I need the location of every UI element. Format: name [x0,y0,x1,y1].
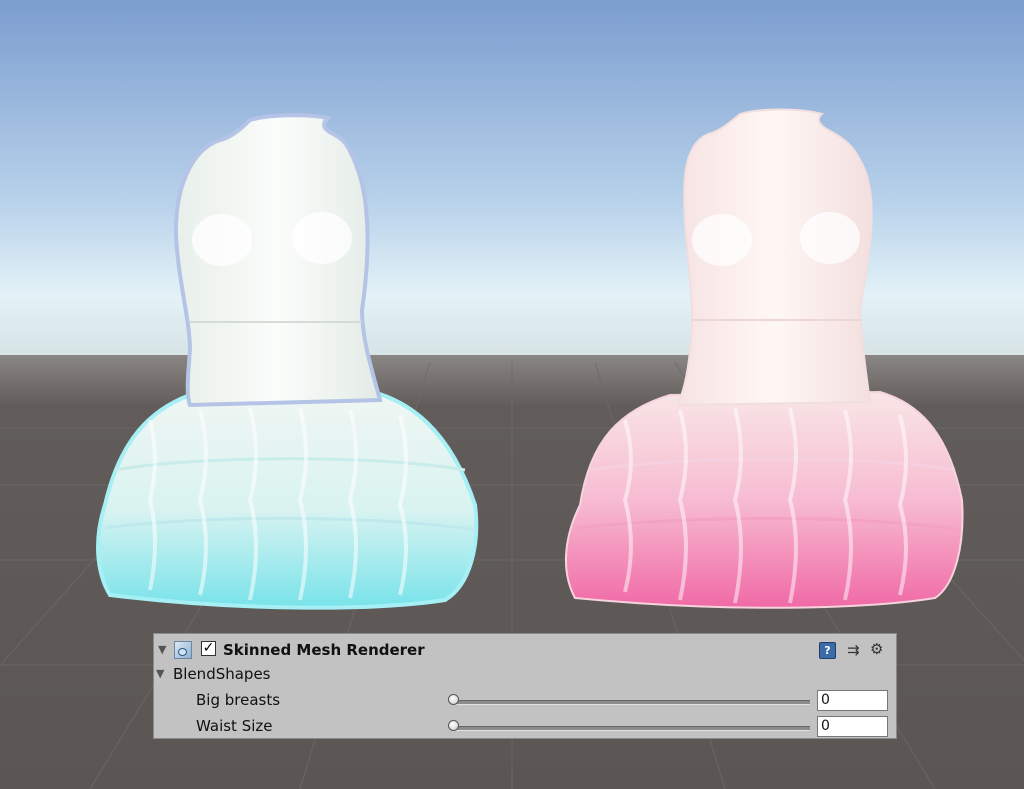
blendshape-label: Waist Size [196,717,273,735]
skinned-mesh-renderer-panel: ▼ ✓ Skinned Mesh Renderer ? ⇉ ⚙ ▼ BlendS… [153,633,897,739]
value-field[interactable]: 0 [817,690,888,711]
enabled-checkbox[interactable]: ✓ [201,641,216,656]
blendshapes-label: BlendShapes [173,665,271,683]
component-header[interactable]: ▼ ✓ Skinned Mesh Renderer ? ⇉ ⚙ [154,638,896,662]
slider-track[interactable] [454,700,810,705]
slider-track[interactable] [454,726,810,731]
value-field[interactable]: 0 [817,716,888,737]
blendshape-row: Waist Size 0 [154,714,896,738]
foldout-arrow-icon[interactable]: ▼ [158,643,166,656]
slider-thumb[interactable] [448,694,459,705]
blendshape-row: Big breasts 0 [154,688,896,712]
preset-icon[interactable]: ⇉ [847,641,860,659]
help-icon[interactable]: ? [819,642,836,659]
blendshape-label: Big breasts [196,691,281,709]
skinned-mesh-icon [174,641,192,659]
slider-thumb[interactable] [448,720,459,731]
foldout-arrow-icon[interactable]: ▼ [156,667,164,680]
gear-icon[interactable]: ⚙ [870,640,883,658]
component-title: Skinned Mesh Renderer [223,641,425,659]
blendshapes-foldout[interactable]: ▼ BlendShapes [154,662,896,686]
